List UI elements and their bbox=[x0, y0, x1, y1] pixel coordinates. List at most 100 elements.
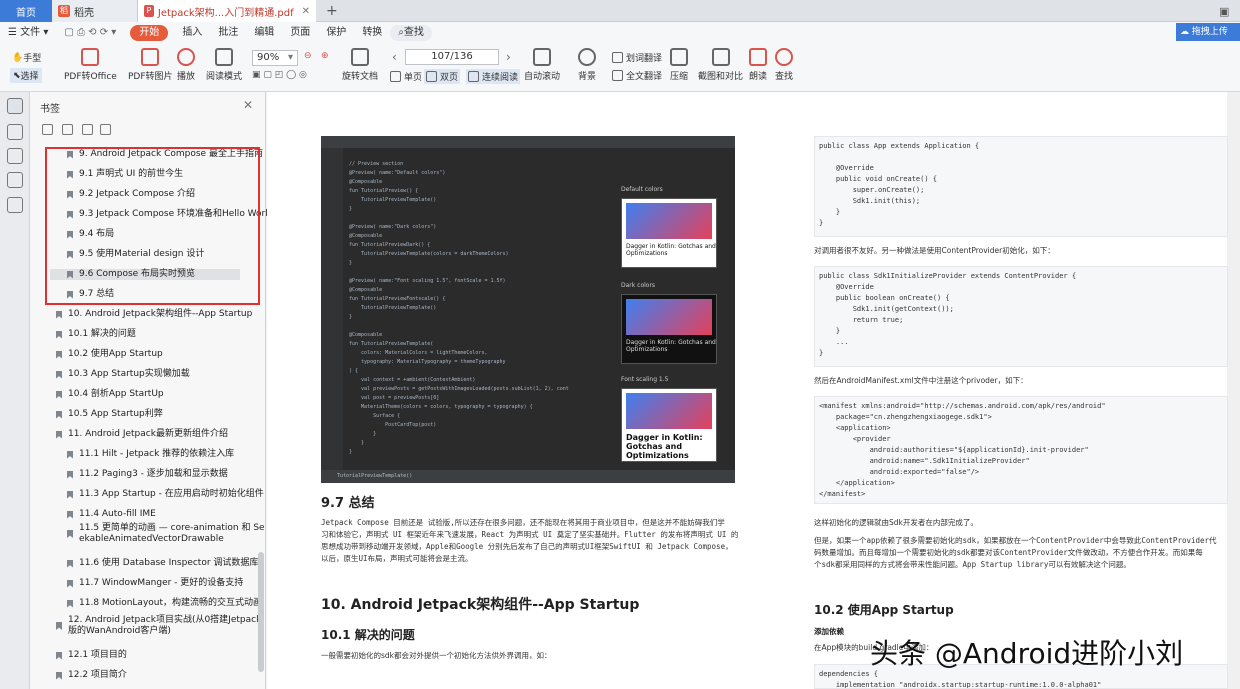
signature-icon[interactable] bbox=[7, 197, 23, 213]
play-icon bbox=[177, 48, 195, 66]
bookmark-item[interactable]: 11.2 Paging3 - 逐步加载和显示数据 bbox=[67, 469, 228, 480]
bookmark-item[interactable]: 12.2 项目简介 bbox=[56, 670, 127, 681]
cloud-upload-button[interactable]: ☁ 拖拽上传 bbox=[1176, 23, 1240, 41]
menu-file[interactable]: ☰ 文件 ▾ bbox=[0, 22, 56, 44]
menu-search[interactable]: ⌕查找 bbox=[390, 25, 432, 41]
bookmark-icon bbox=[56, 410, 62, 419]
compress-button[interactable]: 压缩 bbox=[670, 48, 688, 82]
bookmark-item[interactable]: 10.4 剖析App StartUp bbox=[56, 389, 164, 400]
bookmark-item[interactable]: 10.1 解决的问题 bbox=[56, 329, 136, 340]
bookmark-scrollbar[interactable] bbox=[258, 552, 264, 672]
continuous-icon bbox=[468, 71, 479, 82]
auto-scroll-button[interactable]: 自动滚动 bbox=[524, 48, 560, 82]
bookmark-item[interactable]: 11.6 使用 Database Inspector 调试数据库 bbox=[67, 558, 258, 569]
bookmark-icon bbox=[67, 470, 73, 479]
select-tool-label: 选择 bbox=[20, 72, 39, 82]
rotate-document-button[interactable]: 旋转文档 bbox=[342, 48, 378, 82]
background-button[interactable]: 背景 bbox=[578, 48, 596, 82]
read-mode-button[interactable]: 阅读模式 bbox=[206, 48, 242, 82]
pdf-to-image-button[interactable]: PDF转图片 bbox=[128, 48, 173, 82]
screenshot-icon bbox=[711, 48, 730, 66]
fit-icons[interactable]: ▣ ▢ ◰ ◯ ◎ bbox=[252, 70, 307, 80]
bookmark-item[interactable]: 10.3 App Startup实现懒加载 bbox=[56, 369, 190, 380]
zoom-out-icon[interactable]: ⊖ bbox=[304, 51, 312, 61]
menu-protect[interactable]: 保护 bbox=[318, 22, 354, 44]
menu-convert[interactable]: 转换 bbox=[354, 22, 390, 44]
continuous-read-button[interactable]: 连续阅读 bbox=[466, 69, 521, 84]
menu-insert[interactable]: 插入 bbox=[174, 22, 210, 44]
preview-card-dark: Dagger in Kotlin: Gotchas and Optimizati… bbox=[621, 294, 717, 364]
bookmark-item[interactable]: 11.7 WindowManger - 更好的设备支持 bbox=[67, 578, 243, 589]
bookmark-item[interactable]: 11.8 MotionLayout，构建流畅的交互式动画 bbox=[67, 598, 262, 609]
bookmark-label: 10.2 使用App Startup bbox=[68, 349, 163, 359]
next-page-button[interactable]: › bbox=[506, 50, 511, 64]
menu-edit[interactable]: 编辑 bbox=[246, 22, 282, 44]
attachment-icon[interactable] bbox=[7, 172, 23, 188]
tab-close-icon[interactable]: ✕ bbox=[302, 6, 310, 17]
collapse-all-icon[interactable] bbox=[62, 124, 73, 135]
thumbnail-icon[interactable] bbox=[7, 124, 23, 140]
bookmark-item[interactable]: 10.2 使用App Startup bbox=[56, 349, 163, 360]
tab-pdf-label: Jetpack架构...入门到精通.pdf bbox=[157, 7, 294, 19]
bookmark-panel-icon[interactable] bbox=[7, 98, 23, 114]
bookmark-icon bbox=[56, 671, 62, 680]
bookmark-icon bbox=[56, 330, 62, 339]
bookmark-label: 11.1 Hilt - Jetpack 推荐的依赖注入库 bbox=[79, 449, 235, 459]
close-icon[interactable]: ✕ bbox=[243, 98, 253, 112]
bookmark-item[interactable]: 11.1 Hilt - Jetpack 推荐的依赖注入库 bbox=[67, 449, 234, 460]
moon-icon bbox=[578, 48, 596, 66]
window-icon[interactable]: ▣ bbox=[1213, 0, 1235, 22]
bookmark-item[interactable]: 11.4 Auto-fill IME bbox=[67, 509, 156, 520]
code-block: <manifest xmlns:android="http://schemas.… bbox=[814, 396, 1228, 504]
card-image bbox=[626, 299, 712, 335]
read-aloud-button[interactable]: 朗读 bbox=[749, 48, 767, 82]
page-number-input[interactable]: 107/136 bbox=[405, 49, 499, 65]
translate-word-button[interactable]: 划词翻译 bbox=[612, 51, 662, 64]
select-tool[interactable]: ⬉ 选择 bbox=[10, 68, 42, 83]
find-label: 查找 bbox=[775, 72, 794, 82]
bookmark-item[interactable]: 10.5 App Startup利弊 bbox=[56, 409, 163, 420]
tab-home[interactable]: 首页 bbox=[0, 0, 52, 22]
hand-tool[interactable]: ✋ 手型 bbox=[12, 51, 41, 65]
bookmark-item[interactable]: 12. Android Jetpack项目实战(从0搭建Jetpack 版的Wa… bbox=[56, 615, 261, 637]
single-page-button[interactable]: 单页 bbox=[390, 70, 422, 83]
bookmark-item[interactable]: 11.3 App Startup - 在应用启动时初始化组件 bbox=[67, 489, 264, 500]
bookmark-item[interactable]: 12.1 项目目的 bbox=[56, 650, 127, 661]
find-button[interactable]: 查找 bbox=[775, 48, 793, 82]
tab-pdf-document[interactable]: P Jetpack架构...入门到精通.pdf ✕ bbox=[138, 0, 316, 22]
paragraph-9-7: Jetpack Compose 目前还是 试验版,所以还存在很多问题，还不能现在… bbox=[321, 518, 739, 563]
bookmark-icon bbox=[56, 370, 62, 379]
prev-page-button[interactable]: ‹ bbox=[392, 50, 397, 64]
bookmark-item[interactable]: 11. Android Jetpack最新更新组件介绍 bbox=[56, 429, 228, 440]
preview-card: Dagger in Kotlin: Gotchas and Optimizati… bbox=[621, 198, 717, 268]
play-button[interactable]: 播放 bbox=[177, 48, 195, 82]
quick-access-icons[interactable]: ▢ ⎙ ⟲ ⟳ ▾ bbox=[56, 22, 124, 44]
find-icon bbox=[775, 48, 793, 66]
zoom-in-icon[interactable]: ⊕ bbox=[321, 51, 329, 61]
new-tab-button[interactable]: + bbox=[320, 0, 344, 22]
bookmark-label: 10.3 App Startup实现懒加载 bbox=[68, 369, 190, 379]
code-app: public class App extends Application { @… bbox=[819, 142, 980, 227]
tab-daoke-label: 稻壳 bbox=[74, 7, 94, 19]
zoom-select[interactable]: 90% ▾ bbox=[252, 50, 298, 66]
menu-annotate[interactable]: 批注 bbox=[210, 22, 246, 44]
daoke-icon: 稻 bbox=[58, 5, 70, 17]
heading-10-2: 10.2 使用App Startup bbox=[814, 603, 954, 617]
add-bookmark-icon[interactable] bbox=[82, 124, 93, 135]
bookmark-item[interactable]: 11.5 更简单的动画 — core-animation 和 Se ekable… bbox=[67, 523, 265, 545]
compress-icon bbox=[670, 48, 688, 66]
double-page-button[interactable]: 双页 bbox=[424, 69, 461, 84]
translate-full-button[interactable]: 全文翻译 bbox=[612, 69, 662, 82]
menu-start[interactable]: 开始 bbox=[130, 25, 169, 41]
pdf-to-office-button[interactable]: PDF转Office bbox=[64, 48, 117, 82]
watermark: 头条 @Android进阶小刘 bbox=[870, 637, 1184, 670]
tab-daoke[interactable]: 稻稻壳 bbox=[52, 0, 138, 22]
menu-page[interactable]: 页面 bbox=[282, 22, 318, 44]
screenshot-compare-button[interactable]: 截图和对比 bbox=[698, 48, 743, 82]
expand-all-icon[interactable] bbox=[42, 124, 53, 135]
ribbon-toolbar: ✋ 手型 ⬉ 选择 PDF转Office PDF转图片 播放 阅读模式 90% ▾ ⊖… bbox=[0, 44, 1240, 92]
vertical-scrollbar[interactable] bbox=[1227, 92, 1240, 689]
comment-icon[interactable] bbox=[7, 148, 23, 164]
bookmark-settings-icon[interactable] bbox=[100, 124, 111, 135]
bookmark-item[interactable]: 10. Android Jetpack架构组件--App Startup bbox=[56, 309, 252, 320]
